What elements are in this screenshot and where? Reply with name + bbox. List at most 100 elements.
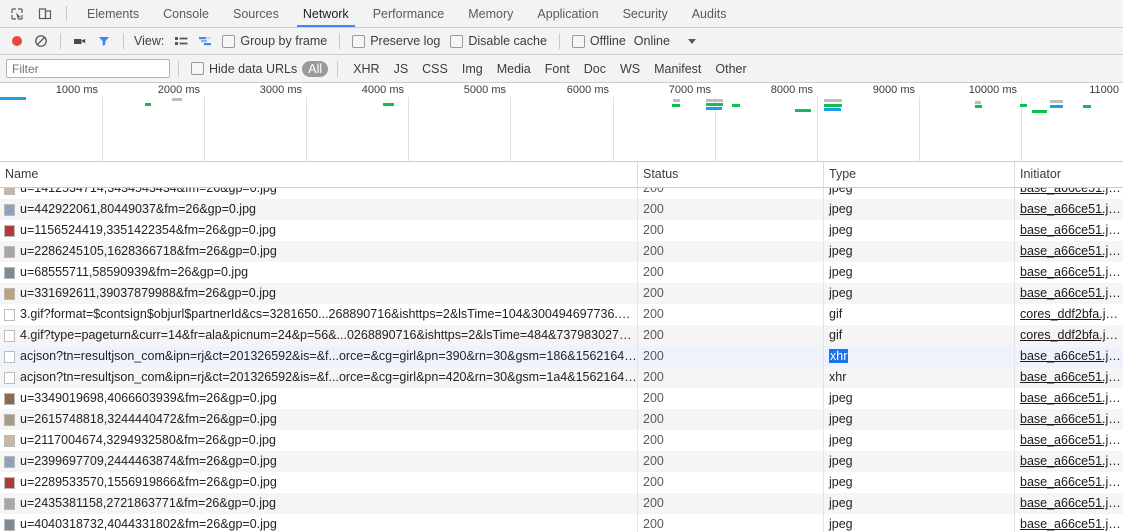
preserve-log-checkbox[interactable]: Preserve log (348, 34, 444, 48)
cell-type[interactable]: jpeg (823, 262, 1014, 283)
initiator-link[interactable]: base_a66ce51.js:2 (1020, 517, 1123, 531)
initiator-link[interactable]: base_a66ce51.js:2 (1020, 496, 1123, 510)
cell-type[interactable]: jpeg (823, 283, 1014, 304)
initiator-link[interactable]: base_a66ce51.js:2 (1020, 223, 1123, 237)
filter-type-js[interactable]: JS (388, 61, 415, 77)
tab-network[interactable]: Network (291, 0, 361, 27)
table-row[interactable]: u=2289533570,1556919866&fm=26&gp=0.jpg 20… (0, 472, 1123, 493)
filter-type-other[interactable]: Other (709, 61, 752, 77)
filter-type-all[interactable]: All (302, 60, 329, 77)
cell-type[interactable]: jpeg (823, 514, 1014, 532)
column-header-initiator[interactable]: Initiator (1014, 162, 1123, 187)
cell-type[interactable]: jpeg (823, 388, 1014, 409)
filter-type-font[interactable]: Font (539, 61, 576, 77)
filter-input[interactable] (6, 59, 170, 78)
cell-name[interactable]: u=68555711,58590939&fm=26&gp=0.jpg (0, 262, 637, 283)
filter-type-media[interactable]: Media (491, 61, 537, 77)
table-row[interactable]: acjson?tn=resultjson_com&ipn=rj&ct=20132… (0, 367, 1123, 388)
tab-elements[interactable]: Elements (75, 0, 151, 27)
cell-name[interactable]: u=1156524419,3351422354&fm=26&gp=0.jpg (0, 220, 637, 241)
table-row[interactable]: u=2399697709,2444463874&fm=26&gp=0.jpg 20… (0, 451, 1123, 472)
cell-type[interactable]: jpeg (823, 188, 1014, 199)
filter-type-xhr[interactable]: XHR (347, 61, 385, 77)
table-row[interactable]: u=4040318732,4044331802&fm=26&gp=0.jpg 20… (0, 514, 1123, 532)
table-row[interactable]: 4.gif?type=pageturn&curr=14&fr=ala&picnu… (0, 325, 1123, 346)
record-button[interactable] (6, 30, 28, 52)
table-row[interactable]: u=2117004674,3294932580&fm=26&gp=0.jpg 20… (0, 430, 1123, 451)
column-header-status[interactable]: Status (637, 162, 823, 187)
cell-name[interactable]: acjson?tn=resultjson_com&ipn=rj&ct=20132… (0, 367, 637, 388)
cell-name[interactable]: 3.gif?format=$contsign$objurl$partnerId&… (0, 304, 637, 325)
table-row[interactable]: u=1156524419,3351422354&fm=26&gp=0.jpg 20… (0, 220, 1123, 241)
disable-cache-checkbox[interactable]: Disable cache (446, 34, 551, 48)
view-waterfall-icon[interactable] (194, 30, 216, 52)
filter-type-ws[interactable]: WS (614, 61, 646, 77)
cell-type[interactable]: gif (823, 304, 1014, 325)
table-row[interactable]: u=331692611,39037879988&fm=26&gp=0.jpg 20… (0, 283, 1123, 304)
cell-name[interactable]: u=2399697709,2444463874&fm=26&gp=0.jpg (0, 451, 637, 472)
initiator-link[interactable]: cores_ddf2bfa.js:18 (1020, 307, 1123, 321)
filter-type-doc[interactable]: Doc (578, 61, 612, 77)
cell-name[interactable]: u=2117004674,3294932580&fm=26&gp=0.jpg (0, 430, 637, 451)
cell-type[interactable]: jpeg (823, 493, 1014, 514)
tab-console[interactable]: Console (151, 0, 221, 27)
initiator-link[interactable]: base_a66ce51.js:3 (1020, 349, 1123, 363)
tab-performance[interactable]: Performance (361, 0, 457, 27)
table-row[interactable]: u=2615748818,3244440472&fm=26&gp=0.jpg 20… (0, 409, 1123, 430)
cell-name[interactable]: u=331692611,39037879988&fm=26&gp=0.jpg (0, 283, 637, 304)
tab-audits[interactable]: Audits (680, 0, 739, 27)
cell-type[interactable]: jpeg (823, 241, 1014, 262)
inspect-element-icon[interactable] (6, 3, 28, 25)
device-toolbar-icon[interactable] (34, 3, 56, 25)
clear-button[interactable] (30, 30, 52, 52)
cell-type[interactable]: jpeg (823, 451, 1014, 472)
initiator-link[interactable]: base_a66ce51.js:2 (1020, 412, 1123, 426)
table-row[interactable]: u=3349019698,4066603939&fm=26&gp=0.jpg 20… (0, 388, 1123, 409)
cell-name[interactable]: u=2289533570,1556919866&fm=26&gp=0.jpg (0, 472, 637, 493)
cell-type[interactable]: xhr (823, 367, 1014, 388)
cell-name[interactable]: u=4040318732,4044331802&fm=26&gp=0.jpg (0, 514, 637, 532)
tab-memory[interactable]: Memory (456, 0, 525, 27)
initiator-link[interactable]: base_a66ce51.js:2 (1020, 433, 1123, 447)
cell-type[interactable]: jpeg (823, 430, 1014, 451)
cell-type[interactable]: jpeg (823, 409, 1014, 430)
table-row[interactable]: u=1412534714,3434543434&fm=26&gp=0.jpg 20… (0, 188, 1123, 199)
initiator-link[interactable]: base_a66ce51.js:2 (1020, 202, 1123, 216)
table-row[interactable]: u=68555711,58590939&fm=26&gp=0.jpg 200 jpe… (0, 262, 1123, 283)
initiator-link[interactable]: base_a66ce51.js:2 (1020, 188, 1123, 195)
column-header-name[interactable]: Name (0, 162, 637, 187)
filter-type-css[interactable]: CSS (416, 61, 454, 77)
chevron-down-icon[interactable] (687, 38, 696, 44)
group-by-frame-checkbox[interactable]: Group by frame (218, 34, 331, 48)
initiator-link[interactable]: cores_ddf2bfa.js:18 (1020, 328, 1123, 342)
cell-name[interactable]: u=2435381158,2721863771&fm=26&gp=0.jpg (0, 493, 637, 514)
cell-name[interactable]: acjson?tn=resultjson_com&ipn=rj&ct=20132… (0, 346, 637, 367)
capture-screenshots-icon[interactable] (69, 30, 91, 52)
filter-type-img[interactable]: Img (456, 61, 489, 77)
initiator-link[interactable]: base_a66ce51.js:2 (1020, 454, 1123, 468)
cell-name[interactable]: u=3349019698,4066603939&fm=26&gp=0.jpg (0, 388, 637, 409)
hide-data-urls-checkbox[interactable]: Hide data URLs (187, 62, 301, 76)
table-row[interactable]: u=2435381158,2721863771&fm=26&gp=0.jpg 20… (0, 493, 1123, 514)
tab-application[interactable]: Application (525, 0, 610, 27)
throttling-value[interactable]: Online (634, 34, 670, 48)
cell-type[interactable]: jpeg (823, 220, 1014, 241)
offline-checkbox[interactable]: Offline (568, 34, 630, 48)
cell-name[interactable]: 4.gif?type=pageturn&curr=14&fr=ala&picnu… (0, 325, 637, 346)
table-row[interactable]: u=2286245105,1628366718&fm=26&gp=0.jpg 20… (0, 241, 1123, 262)
initiator-link[interactable]: base_a66ce51.js:2 (1020, 475, 1123, 489)
initiator-link[interactable]: base_a66ce51.js:3 (1020, 370, 1123, 384)
cell-type[interactable]: jpeg (823, 199, 1014, 220)
initiator-link[interactable]: base_a66ce51.js:2 (1020, 244, 1123, 258)
initiator-link[interactable]: base_a66ce51.js:2 (1020, 391, 1123, 405)
cell-type[interactable]: gif (823, 325, 1014, 346)
table-row[interactable]: 3.gif?format=$contsign$objurl$partnerId&… (0, 304, 1123, 325)
initiator-link[interactable]: base_a66ce51.js:2 (1020, 265, 1123, 279)
tab-sources[interactable]: Sources (221, 0, 291, 27)
column-header-type[interactable]: Type (823, 162, 1014, 187)
network-overview-timeline[interactable]: 1000 ms 2000 ms 3000 ms 4000 ms 5000 ms 6000 … (0, 83, 1123, 162)
cell-type[interactable]: xhr (823, 346, 1014, 367)
table-row[interactable]: u=442922061,80449037&fm=26&gp=0.jpg 200 jp… (0, 199, 1123, 220)
table-row[interactable]: acjson?tn=resultjson_com&ipn=rj&ct=20132… (0, 346, 1123, 367)
tab-security[interactable]: Security (611, 0, 680, 27)
